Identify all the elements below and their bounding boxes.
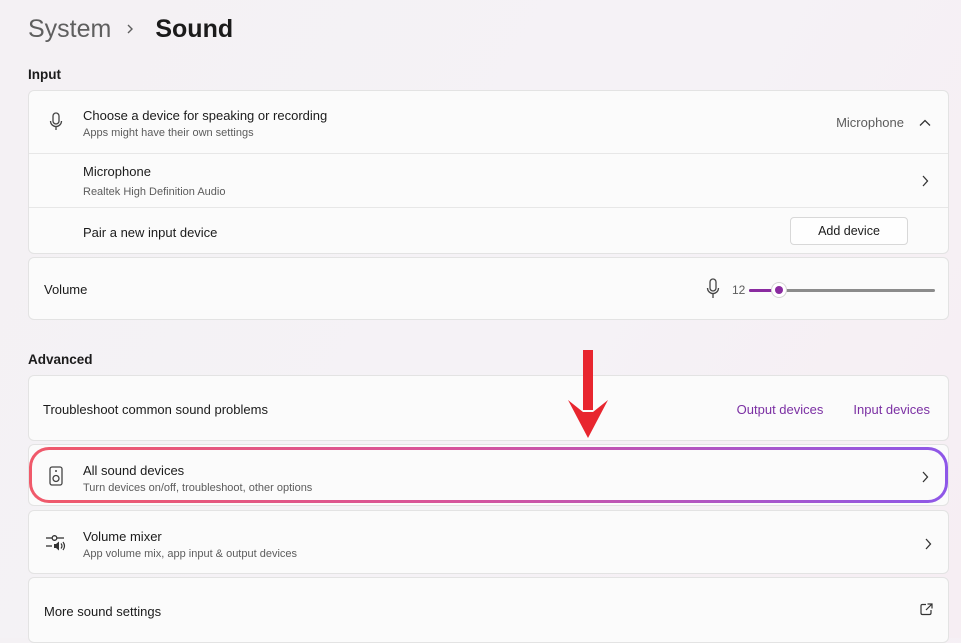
choose-device-title: Choose a device for speaking or recordin…: [83, 108, 328, 123]
microphone-device-title: Microphone: [83, 164, 151, 179]
microphone-device-subtitle: Realtek High Definition Audio: [83, 186, 226, 198]
red-arrow-annotation: [568, 350, 608, 438]
volume-card: Volume 12: [28, 257, 949, 320]
add-device-button[interactable]: Add device: [790, 217, 908, 245]
volume-slider-thumb[interactable]: [772, 283, 786, 297]
chevron-right-icon: [921, 470, 929, 488]
choose-input-device-row[interactable]: Choose a device for speaking or recordin…: [29, 91, 948, 153]
selected-input-device: Microphone: [836, 115, 904, 130]
volume-label: Volume: [44, 282, 88, 297]
input-card: Choose a device for speaking or recordin…: [28, 90, 949, 254]
all-sound-devices-title: All sound devices: [83, 463, 185, 478]
more-sound-settings-row[interactable]: More sound settings: [28, 577, 949, 643]
breadcrumb: System Sound: [28, 12, 233, 46]
section-label-advanced: Advanced: [28, 352, 93, 367]
troubleshoot-card: Troubleshoot common sound problems Outpu…: [28, 375, 949, 441]
microphone-device-row[interactable]: Microphone Realtek High Definition Audio: [29, 153, 948, 207]
breadcrumb-system[interactable]: System: [28, 15, 111, 44]
section-label-input: Input: [28, 67, 61, 82]
page-title: Sound: [155, 14, 234, 43]
volume-value: 12: [732, 283, 746, 297]
choose-device-subtitle: Apps might have their own settings: [83, 127, 254, 139]
volume-mixer-subtitle: App volume mix, app input & output devic…: [83, 548, 298, 560]
pair-input-device-row: Pair a new input device Add device: [29, 207, 948, 255]
open-external-icon: [920, 603, 933, 621]
microphone-icon[interactable]: [705, 278, 721, 300]
mixer-icon: [45, 532, 67, 552]
chevron-right-icon: [125, 21, 141, 37]
volume-slider[interactable]: [749, 280, 935, 300]
all-sound-devices-row[interactable]: All sound devices Turn devices on/off, t…: [29, 447, 948, 503]
chevron-up-icon[interactable]: [918, 116, 932, 130]
pair-input-device-title: Pair a new input device: [83, 225, 218, 240]
microphone-icon: [45, 111, 67, 133]
volume-mixer-title: Volume mixer: [83, 529, 162, 544]
chevron-right-icon: [918, 174, 932, 188]
speaker-icon: [49, 466, 63, 486]
volume-mixer-row[interactable]: Volume mixer App volume mix, app input &…: [28, 510, 949, 574]
input-devices-link[interactable]: Input devices: [853, 402, 930, 417]
more-sound-settings-title: More sound settings: [44, 604, 162, 619]
chevron-right-icon: [924, 537, 932, 555]
output-devices-link[interactable]: Output devices: [737, 402, 824, 417]
troubleshoot-title: Troubleshoot common sound problems: [43, 402, 268, 417]
all-sound-devices-subtitle: Turn devices on/off, troubleshoot, other…: [83, 482, 313, 494]
